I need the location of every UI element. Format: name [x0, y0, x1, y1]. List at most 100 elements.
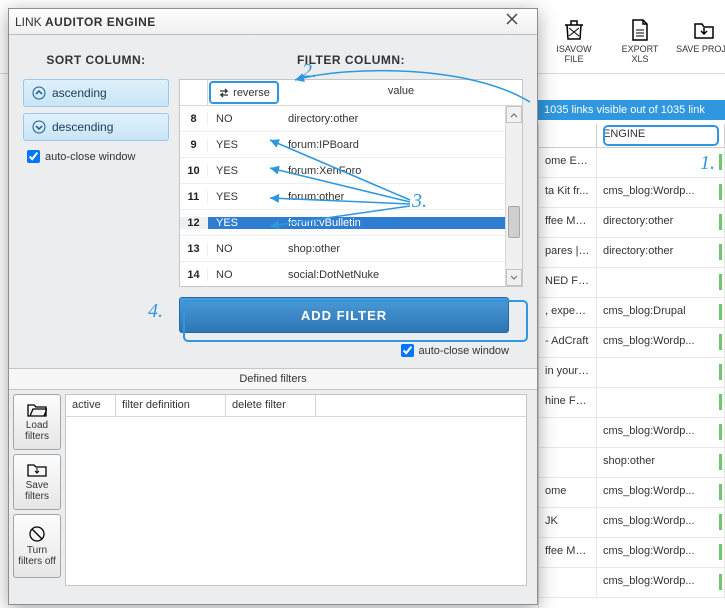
status-bar-indicator — [719, 514, 722, 530]
table-row[interactable]: , expen...cms_blog:Drupal — [539, 298, 725, 328]
filter-row-value: forum:XenForo — [280, 165, 522, 177]
filter-row-num: 13 — [180, 243, 208, 255]
table-row[interactable]: shop:other — [539, 448, 725, 478]
table-row[interactable]: omecms_blog:Wordp... — [539, 478, 725, 508]
cell-title: hine Fo... — [539, 388, 597, 417]
table-row[interactable]: ffee Makercms_blog:Wordp... — [539, 538, 725, 568]
table-row[interactable]: JKcms_blog:Wordp... — [539, 508, 725, 538]
filter-modal: LINK AUDITOR ENGINE SORT COLUMN: ascendi… — [8, 8, 538, 605]
status-bar-indicator — [719, 544, 722, 560]
links-visible-bar: 1035 links visible out of 1035 link — [538, 100, 725, 120]
table-row[interactable]: ta Kit fr...cms_blog:Wordp... — [539, 178, 725, 208]
filter-row-value: forum:IPBoard — [280, 139, 522, 151]
cell-title: JK — [539, 508, 597, 537]
turn-filters-off-button[interactable]: Turn filters off — [13, 514, 61, 578]
filter-row-reverse: NO — [208, 113, 280, 125]
save-project-button[interactable]: SAVE PROJE — [676, 18, 725, 54]
filter-num-header[interactable] — [180, 80, 208, 105]
filter-row-reverse: NO — [208, 269, 280, 281]
table-row[interactable]: ffee Ma...directory:other — [539, 208, 725, 238]
filter-row[interactable]: 11YESforum:other — [180, 184, 522, 210]
load-filters-button[interactable]: Load filters — [13, 394, 61, 450]
autoclose-checkbox-top[interactable]: auto-close window — [23, 147, 169, 166]
sort-asc-icon — [32, 86, 46, 100]
bg-header-engine[interactable]: ENGINE — [597, 124, 725, 147]
filter-row-value: forum:vBulletin — [280, 217, 522, 229]
sort-column-panel: SORT COLUMN: ascending descending auto-c… — [9, 35, 179, 360]
cell-engine: shop:other — [597, 448, 725, 477]
filter-value-header[interactable]: value — [280, 80, 522, 105]
modal-titlebar: LINK AUDITOR ENGINE — [9, 9, 537, 35]
folder-save-icon — [27, 462, 47, 478]
reverse-button[interactable]: reverse — [209, 81, 279, 104]
table-row[interactable]: in your ... — [539, 358, 725, 388]
filter-row-reverse: YES — [208, 217, 280, 229]
filter-scrollbar[interactable] — [505, 106, 522, 286]
filter-row-num: 14 — [180, 269, 208, 281]
filter-row[interactable]: 9YESforum:IPBoard — [180, 132, 522, 158]
save-filters-button[interactable]: Save filters — [13, 454, 61, 510]
cell-title: pares | 4... — [539, 238, 597, 267]
filter-row[interactable]: 13NOshop:other — [180, 236, 522, 262]
cell-title: ome Es... — [539, 148, 597, 177]
bg-table-header: ENGINE — [539, 124, 725, 148]
export-xls-button[interactable]: EXPORT XLS — [612, 18, 668, 64]
filter-row[interactable]: 10YESforum:XenForo — [180, 158, 522, 184]
table-row[interactable]: NED FO... — [539, 268, 725, 298]
scroll-up-button[interactable] — [506, 106, 522, 123]
filter-row-num: 11 — [180, 191, 208, 203]
table-row[interactable]: cms_blog:Wordp... — [539, 418, 725, 448]
add-filter-button[interactable]: ADD FILTER — [179, 297, 509, 333]
ascending-button[interactable]: ascending — [23, 79, 169, 107]
table-row[interactable]: pares | 4...directory:other — [539, 238, 725, 268]
def-col-active[interactable]: active — [66, 395, 116, 416]
filter-row-num: 10 — [180, 165, 208, 177]
cell-title: ta Kit fr... — [539, 178, 597, 207]
disavow-file-button[interactable]: ISAVOW FILE — [546, 18, 602, 64]
def-col-definition[interactable]: filter definition — [116, 395, 226, 416]
defined-filters-header: Defined filters — [9, 368, 537, 390]
defined-filters-table-header: active filter definition delete filter — [66, 395, 526, 417]
autoclose-top-input[interactable] — [27, 150, 40, 163]
table-row[interactable]: - AdCraftcms_blog:Wordp... — [539, 328, 725, 358]
autoclose-checkbox-bottom[interactable]: auto-close window — [179, 341, 509, 360]
filter-row-value: forum:other — [280, 191, 522, 203]
scroll-down-button[interactable] — [506, 269, 522, 286]
autoclose-bottom-input[interactable] — [401, 344, 414, 357]
cell-engine — [597, 358, 725, 387]
filter-row[interactable]: 8NOdirectory:other — [180, 106, 522, 132]
sort-desc-icon — [32, 120, 46, 134]
cell-engine: cms_blog:Wordp... — [597, 328, 725, 357]
chevron-down-icon — [510, 274, 518, 282]
status-bar-indicator — [719, 214, 722, 230]
filter-row[interactable]: 12YESforum:vBulletin — [180, 210, 522, 236]
cell-engine — [597, 148, 725, 177]
cell-engine: cms_blog:Wordp... — [597, 478, 725, 507]
filter-list-box: reverse value 8NOdirectory:other9YESforu… — [179, 79, 523, 287]
defined-filters-table: active filter definition delete filter — [65, 394, 527, 586]
filter-row-num: 8 — [180, 113, 208, 125]
table-row[interactable]: cms_blog:Wordp... — [539, 568, 725, 598]
file-icon — [628, 18, 652, 42]
cell-title: - AdCraft — [539, 328, 597, 357]
descending-button[interactable]: descending — [23, 113, 169, 141]
table-row[interactable]: ome Es... — [539, 148, 725, 178]
bg-header-col1[interactable] — [539, 124, 597, 147]
cell-title: , expen... — [539, 298, 597, 327]
filter-column-panel: FILTER COLUMN: reverse value 8NOdirector… — [179, 35, 537, 360]
cell-title: ome — [539, 478, 597, 507]
cell-engine: directory:other — [597, 238, 725, 267]
def-col-delete[interactable]: delete filter — [226, 395, 316, 416]
scroll-thumb[interactable] — [508, 206, 520, 238]
status-bar-indicator — [719, 574, 722, 590]
close-button[interactable] — [493, 13, 531, 31]
background-table: ENGINE ome Es...ta Kit fr...cms_blog:Wor… — [538, 124, 725, 608]
cell-engine: cms_blog:Drupal — [597, 298, 725, 327]
filter-row-num: 9 — [180, 139, 208, 151]
filter-row-reverse: YES — [208, 191, 280, 203]
modal-title-text: LINK AUDITOR ENGINE — [15, 15, 156, 29]
status-bar-indicator — [719, 184, 722, 200]
cell-engine: cms_blog:Wordp... — [597, 418, 725, 447]
filter-row[interactable]: 14NOsocial:DotNetNuke — [180, 262, 522, 286]
table-row[interactable]: hine Fo... — [539, 388, 725, 418]
